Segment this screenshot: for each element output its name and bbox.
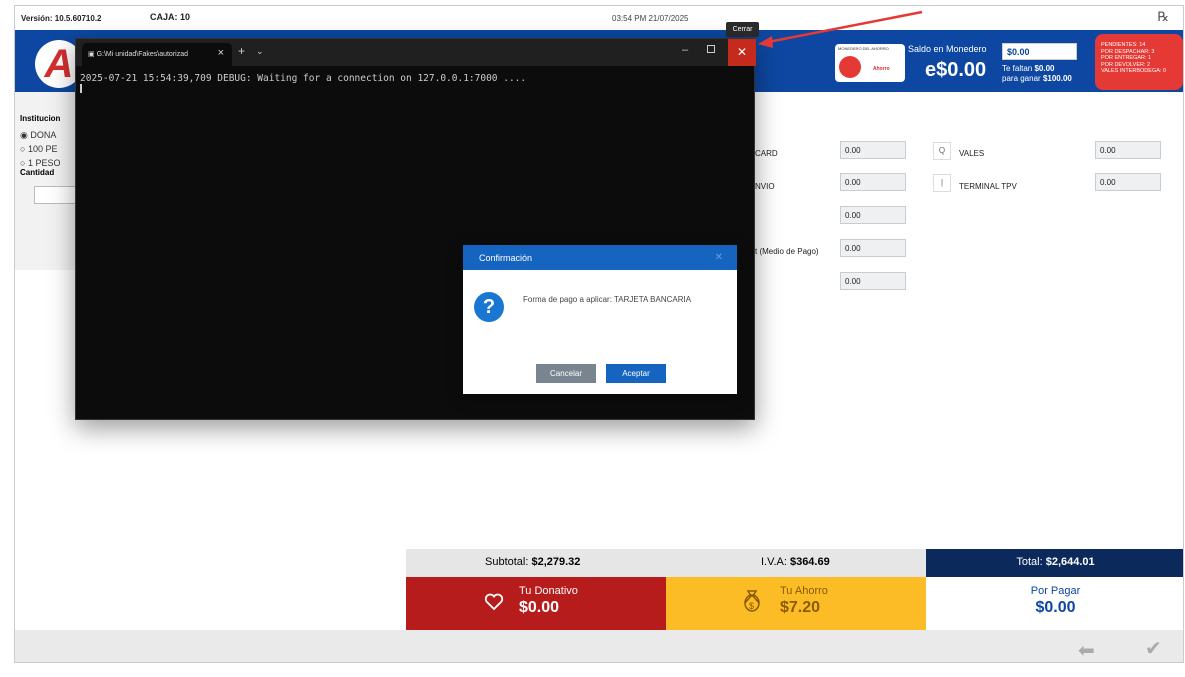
version-label: Versión: 10.5.60710.2	[21, 14, 102, 23]
new-tab-icon[interactable]: +	[238, 44, 245, 58]
instituciones-label: Institucion	[20, 114, 61, 123]
payment-row5-input[interactable]: 0.00	[840, 272, 906, 290]
por-pagar-label: Por Pagar	[1030, 585, 1081, 597]
confirmation-dialog: Confirmación ✕ ? Forma de pago a aplicar…	[463, 245, 737, 394]
ahorro-tile: $ Tu Ahorro $7.20	[666, 577, 926, 630]
subtotal: Subtotal: $2,279.32	[485, 556, 581, 568]
dialog-close-icon[interactable]: ✕	[715, 252, 723, 263]
ahorro-value: $7.20	[780, 599, 821, 616]
caja-label: CAJA: 10	[150, 12, 191, 22]
monedero-title: Saldo en Monedero	[908, 44, 987, 54]
envio-amount-input[interactable]: 0.00	[840, 173, 906, 191]
tab-close-icon[interactable]: ×	[218, 47, 224, 59]
medio-pago-input[interactable]: 0.00	[840, 239, 906, 257]
envio-label: NVIO	[755, 182, 775, 191]
por-pagar-tile: Por Pagar $0.00	[926, 577, 1183, 630]
heart-icon	[484, 593, 504, 611]
confirm-check-icon[interactable]: ✔	[1145, 636, 1162, 661]
vales-amount-input[interactable]: 0.00	[1095, 141, 1161, 159]
terminal-tab-bar: ▣ G:\Mi unidad\Fakes\autorizad × + ⌄ – ✕	[76, 39, 756, 66]
datetime-label: 03:54 PM 21/07/2025	[612, 14, 689, 23]
radio-dona[interactable]: ◉ DONA	[20, 130, 56, 141]
monedero-amount-input[interactable]: $0.00	[1002, 43, 1077, 60]
total: Total: $2,644.01	[926, 549, 1183, 577]
terminal-log-line: 2025-07-21 15:54:39,709 DEBUG: Waiting f…	[80, 73, 527, 84]
bottom-action-bar	[15, 630, 1183, 662]
tpv-label: TERMINAL TPV	[959, 182, 1017, 191]
terminal-icon: ▣	[88, 51, 97, 58]
terminal-cursor	[80, 84, 82, 93]
back-arrow-icon[interactable]: ⬅	[1078, 638, 1095, 662]
monedero-card-image: MONEDERO DEL AHORRO Ahorro	[835, 44, 905, 82]
pending-badge[interactable]: PENDIENTES: 14 POR DESPACHAR: 3 POR ENTR…	[1095, 34, 1183, 90]
radio-1-peso[interactable]: ○ 1 PESO	[20, 158, 60, 168]
cancel-button[interactable]: Cancelar	[536, 364, 596, 383]
accept-button[interactable]: Aceptar	[606, 364, 666, 383]
question-icon: ?	[474, 292, 504, 322]
tpv-icon: |	[933, 174, 951, 192]
card-amount-input[interactable]: 0.00	[840, 141, 906, 159]
tpv-amount-input[interactable]: 0.00	[1095, 173, 1161, 191]
minimize-icon[interactable]: –	[682, 44, 688, 56]
close-window-button[interactable]: ✕	[728, 39, 756, 66]
dialog-title: Confirmación	[463, 245, 737, 270]
iva: I.V.A: $364.69	[761, 556, 830, 568]
vales-label: VALES	[959, 149, 985, 158]
vales-icon: Q	[933, 142, 951, 160]
dialog-message: Forma de pago a aplicar: TARJETA BANCARI…	[523, 295, 692, 304]
donativo-value: $0.00	[519, 599, 560, 616]
terminal-tab[interactable]: ▣ G:\Mi unidad\Fakes\autorizad ×	[82, 43, 232, 66]
maximize-icon[interactable]	[707, 45, 715, 53]
donativo-tile[interactable]: Tu Donativo $0.00	[406, 577, 666, 630]
money-bag-icon: $	[744, 590, 760, 612]
donativo-label: Tu Donativo	[519, 585, 578, 597]
totals-bar: Subtotal: $2,279.32 I.V.A: $364.69 Total…	[406, 549, 1183, 577]
monedero-faltan: Te faltan $0.00 para ganar $100.00	[1002, 64, 1072, 83]
payment-row3-input[interactable]: 0.00	[840, 206, 906, 224]
top-status-bar: Versión: 10.5.60710.2 CAJA: 10 03:54 PM …	[15, 6, 1183, 30]
medio-pago-label: t (Medio de Pago)	[755, 247, 819, 256]
rx-icon[interactable]: ℞	[1157, 9, 1169, 25]
card-label: CARD	[755, 149, 778, 158]
monedero-balance: e$0.00	[925, 59, 987, 81]
cantidad-label: Cantidad	[20, 168, 55, 177]
chevron-down-icon[interactable]: ⌄	[256, 46, 264, 57]
svg-text:$: $	[749, 601, 754, 611]
close-tooltip: Cerrar	[726, 22, 759, 37]
radio-100-pesos[interactable]: ○ 100 PE	[20, 144, 57, 154]
ahorro-label: Tu Ahorro	[780, 585, 828, 597]
por-pagar-value: $0.00	[1035, 599, 1076, 616]
